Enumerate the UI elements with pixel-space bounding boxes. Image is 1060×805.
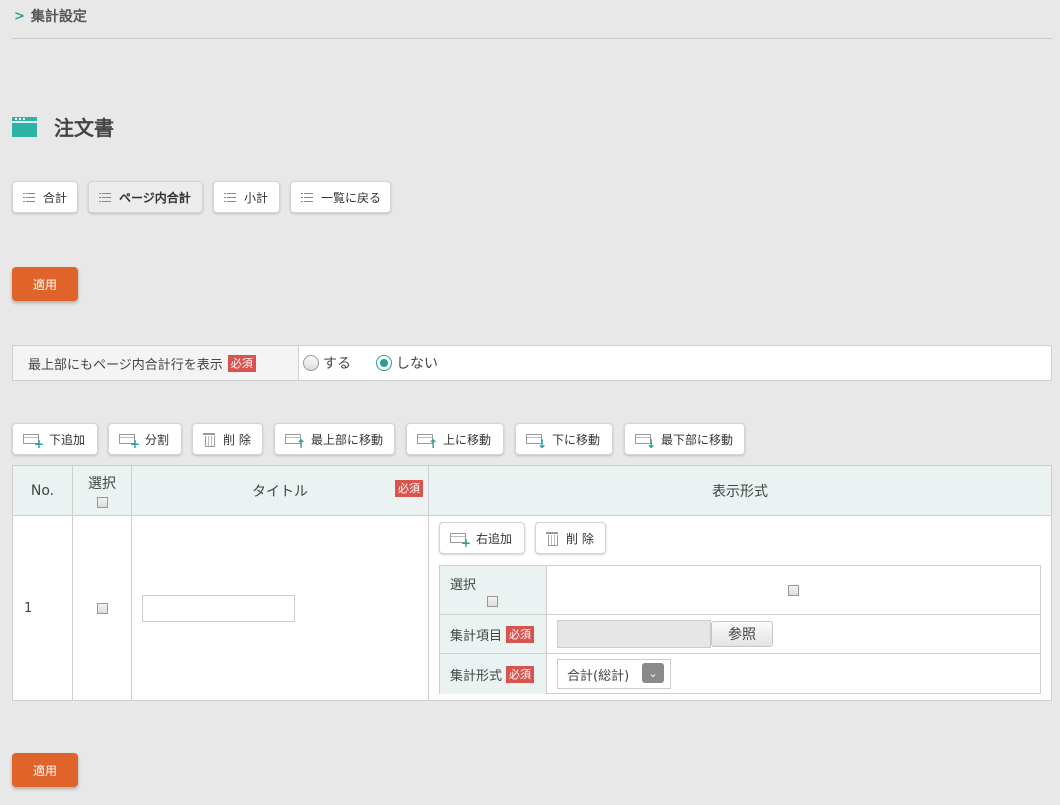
add-row-icon: + [119, 432, 140, 450]
row-display-format-cell: + 右追加 削 除 選択 集計項目 必須 参照 集計形式 必須 合計(総計) ⌄ [429, 516, 1051, 701]
aggregate-item-field [557, 620, 711, 648]
row-select-cell [73, 516, 132, 701]
select-value: 合計(総計) [567, 668, 630, 684]
radio-button-selected[interactable] [376, 355, 392, 371]
add-below-button[interactable]: + 下追加 [12, 423, 98, 455]
list-icon [301, 192, 313, 202]
window-icon [12, 116, 37, 137]
show-top-page-total-row: 最上部にもページ内合計行を表示 必須 する しない [12, 345, 1052, 381]
aggregate-format-row: 集計形式 必須 合計(総計) ⌄ [440, 654, 1040, 694]
tab-page-total[interactable]: ページ内合計 [88, 181, 203, 213]
add-right-button[interactable]: + 右追加 [439, 522, 525, 554]
format-label-cell: 集計形式 必須 [440, 654, 547, 694]
button-label: 右追加 [476, 531, 513, 546]
item-value-cell: 参照 [557, 620, 773, 648]
format-select-row: 選択 [440, 566, 1040, 615]
option-label: 最上部にもページ内合計行を表示 [28, 357, 223, 373]
select-all-checkbox[interactable] [96, 497, 108, 508]
format-value-cell: 合計(総計) ⌄ [557, 659, 671, 689]
add-column-icon: + [450, 531, 471, 549]
format-label: 集計形式 [450, 668, 503, 684]
title-input[interactable] [142, 595, 295, 622]
breadcrumb-label: 集計設定 [30, 9, 87, 25]
move-up-button[interactable]: ↑ 上に移動 [406, 423, 504, 455]
format-detail-table: 選択 集計項目 必須 参照 集計形式 必須 合計(総計) ⌄ [439, 565, 1041, 694]
move-up-icon: ↑ [417, 432, 438, 450]
button-label: 下に移動 [552, 432, 601, 447]
list-icon [99, 192, 111, 202]
move-down-button[interactable]: ↓ 下に移動 [515, 423, 613, 455]
required-badge: 必須 [227, 354, 256, 372]
browse-button[interactable]: 参照 [711, 621, 773, 647]
radio-yes[interactable]: する [303, 353, 351, 373]
list-icon [23, 192, 35, 202]
chevron-right-icon: > [14, 8, 25, 24]
radio-label: しない [396, 356, 438, 372]
header-no: No. [13, 466, 73, 516]
required-badge: 必須 [506, 625, 535, 643]
button-label: 上に移動 [443, 432, 492, 447]
move-bottom-button[interactable]: ↓ 最下部に移動 [624, 423, 745, 455]
row-no: 1 [13, 516, 73, 701]
item-label-cell: 集計項目 必須 [440, 615, 547, 653]
inner-delete-button[interactable]: 削 除 [535, 522, 606, 554]
item-label: 集計項目 [450, 628, 503, 644]
option-label-cell: 最上部にもページ内合計行を表示 必須 [13, 346, 299, 380]
move-down-icon: ↓ [526, 432, 547, 450]
delete-button[interactable]: 削 除 [192, 423, 263, 455]
select-value-cell [547, 566, 1040, 614]
header-display-format: 表示形式 [429, 466, 1051, 516]
button-label: 削 除 [223, 432, 251, 447]
divider [12, 38, 1052, 39]
row-checkbox[interactable] [96, 603, 108, 614]
settings-table: No. 選択 タイトル 必須 表示形式 1 + 右追加 削 除 選択 集計項目 … [12, 465, 1052, 701]
select-label: 選択 [450, 578, 477, 593]
trash-icon [546, 531, 558, 546]
move-top-button[interactable]: ↑ 最上部に移動 [274, 423, 395, 455]
tab-label: 一覧に戻る [321, 190, 382, 205]
button-label: 削 除 [566, 531, 594, 546]
page-header: 注文書 [12, 112, 114, 141]
button-label: 下追加 [49, 432, 86, 447]
breadcrumb[interactable]: > 集計設定 [14, 6, 87, 26]
button-label: 最上部に移動 [311, 432, 384, 447]
required-badge: 必須 [395, 480, 423, 497]
apply-button-top[interactable]: 適用 [12, 267, 78, 301]
tab-total[interactable]: 合計 [12, 181, 78, 213]
aggregate-format-select[interactable]: 合計(総計) ⌄ [557, 659, 671, 689]
option-values: する しない [299, 346, 463, 380]
header-select: 選択 [73, 466, 132, 516]
row-title-cell [132, 516, 429, 701]
move-down-icon: ↓ [635, 432, 656, 450]
radio-no[interactable]: しない [376, 353, 438, 373]
format-checkbox[interactable] [788, 584, 799, 596]
tab-label: 合計 [43, 190, 68, 205]
select-label-cell: 選択 [440, 566, 547, 614]
move-up-icon: ↑ [285, 432, 306, 450]
button-label: 最下部に移動 [661, 432, 734, 447]
tab-label: 小計 [244, 190, 269, 205]
required-badge: 必須 [506, 665, 535, 683]
radio-label: する [323, 356, 351, 372]
header-title: タイトル 必須 [132, 466, 429, 516]
trash-icon [203, 432, 215, 447]
apply-button-bottom[interactable]: 適用 [12, 753, 78, 787]
aggregate-item-row: 集計項目 必須 参照 [440, 615, 1040, 654]
page-title: 注文書 [54, 116, 114, 140]
button-label: 分割 [145, 432, 170, 447]
format-select-all-checkbox[interactable] [487, 596, 498, 607]
header-title-label: タイトル [252, 483, 308, 500]
radio-button[interactable] [303, 355, 319, 371]
chevron-down-icon[interactable]: ⌄ [642, 663, 664, 683]
back-to-list-button[interactable]: 一覧に戻る [290, 181, 391, 213]
split-button[interactable]: + 分割 [108, 423, 182, 455]
add-row-icon: + [23, 432, 44, 450]
tab-subtotal[interactable]: 小計 [213, 181, 280, 213]
list-icon [224, 192, 236, 202]
header-select-label: 選択 [88, 476, 116, 492]
tab-label: ページ内合計 [119, 190, 191, 205]
